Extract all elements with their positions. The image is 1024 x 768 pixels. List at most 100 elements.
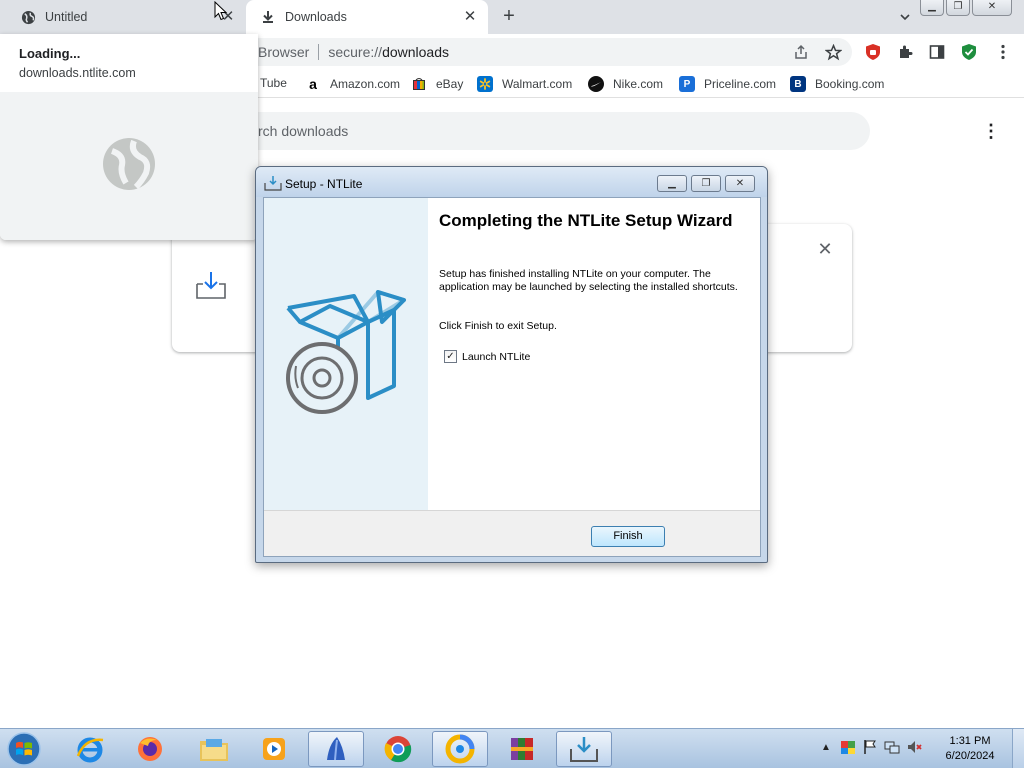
wizard-description: Setup has finished installing NTLite on … [439,268,738,293]
chrome-icon [384,736,412,763]
omnibox-url: secure://downloads [328,44,449,60]
colorful-tray-app-icon[interactable] [840,739,856,755]
bookmark-label: eBay [436,77,464,91]
blue-app-taskbar-button[interactable] [308,731,364,767]
bookmark-priceline[interactable]: P Priceline.com [679,76,776,92]
browser-menu-icon[interactable] [994,43,1012,61]
wizard-heading: Completing the NTLite Setup Wizard [439,211,733,230]
new-tab-button[interactable]: + [498,6,520,28]
chrome-taskbar-button[interactable] [370,731,426,767]
omnibox-divider [318,44,320,60]
bookmark-booking[interactable]: B Booking.com [790,76,884,92]
checkbox-label: Launch NTLite [462,350,531,363]
blue-sail-icon [327,737,345,761]
security-shield-icon[interactable] [960,43,978,61]
bookmark-label: Priceline.com [704,77,777,91]
launch-ntlite-checkbox[interactable]: ✓ Launch NTLite [444,350,530,363]
winrar-taskbar-button[interactable] [494,731,550,767]
clock-time: 1:31 PM [949,735,991,747]
dialog-titlebar[interactable]: Setup - NTLite ▁ ❐ ✕ [256,167,767,197]
restore-window-button[interactable]: ❐ [946,0,970,16]
clock-date: 6/20/2024 [945,750,995,762]
dialog-title: Setup - NTLite [285,177,363,191]
address-bar[interactable]: Browser secure://downloads [240,38,852,66]
bookmark-walmart[interactable]: Walmart.com [477,76,572,92]
close-tab-icon[interactable]: ✕ [462,9,478,25]
bookmark-label: Amazon.com [330,77,401,91]
taskbar: ▲ 1:31 PM 6/20/2024 [0,728,1024,768]
close-window-button[interactable]: ✕ [972,0,1012,16]
dialog-minimize-button[interactable]: ▁ [657,175,687,192]
tab-title: Untitled [45,10,88,24]
dialog-window-controls: ▁ ❐ ✕ [657,175,755,192]
omnibox-label: Browser [258,44,310,60]
internet-explorer-taskbar-button[interactable] [62,731,118,767]
download-file-icon[interactable] [194,270,228,302]
wizard-content: Completing the NTLite Setup Wizard Setup… [428,198,760,510]
firefox-icon [138,737,162,761]
media-player-taskbar-button[interactable] [246,731,302,767]
tab-untitled[interactable]: Untitled ✕ [0,0,246,34]
start-button[interactable] [4,731,44,767]
share-icon[interactable] [792,43,810,61]
network-icon[interactable] [884,739,900,755]
amazon-icon: a [309,76,317,92]
show-hidden-icons-icon[interactable]: ▲ [818,739,834,755]
chevron-down-icon[interactable] [896,8,914,26]
system-tray: ▲ [818,739,922,755]
search-downloads-input[interactable]: rch downloads [220,112,870,150]
minimize-window-button[interactable]: ▁ [920,0,944,16]
installer-icon [570,737,598,762]
bookmark-label: Tube [260,76,287,90]
file-explorer-taskbar-button[interactable] [186,731,242,767]
hover-card-title: Loading... [19,46,81,61]
internet-explorer-icon [76,737,104,763]
show-desktop-button[interactable] [1012,729,1024,768]
walmart-icon [477,76,493,92]
folder-icon [200,739,228,761]
puzzle-extensions-icon[interactable] [896,43,914,61]
shield-extension-icon[interactable] [864,43,882,61]
software-box-disc-icon [286,290,406,414]
bookmark-ebay[interactable]: eBay [411,76,463,92]
bookmark-youtube[interactable]: Tube [260,76,287,90]
wizard-instruction: Click Finish to exit Setup. [439,320,557,332]
tab-title: Downloads [285,10,347,24]
star-icon[interactable] [824,43,842,61]
tab-strip: Untitled ✕ Downloads ✕ + ▁ ❐ ✕ [0,0,1024,34]
mouse-cursor-icon [214,0,228,21]
bookmark-nike[interactable]: Nike.com [588,76,663,92]
bookmark-label: Walmart.com [502,77,573,91]
dialog-body: Completing the NTLite Setup Wizard Setup… [263,197,761,557]
dialog-maximize-button[interactable]: ❐ [691,175,721,192]
priceline-icon: P [679,76,695,92]
ring-app-taskbar-button[interactable] [432,731,488,767]
setup-dialog: Setup - NTLite ▁ ❐ ✕ Completing the NTLi… [255,166,768,563]
hover-card-preview [0,92,258,240]
nike-icon [588,76,604,92]
more-options-icon[interactable]: ⋮ [982,120,1000,142]
side-panel-icon[interactable] [928,43,946,61]
window-controls: ▁ ❐ ✕ [920,0,1012,16]
checkbox-box[interactable]: ✓ [444,350,457,363]
hover-card-url: downloads.ntlite.com [19,66,136,80]
finish-button[interactable]: Finish [591,526,665,547]
remove-download-button[interactable]: ✕ [816,240,834,258]
wizard-side-panel [264,198,428,510]
tab-downloads[interactable]: Downloads ✕ [246,0,488,34]
globe-icon [20,9,36,25]
windows-logo-icon [7,732,41,766]
installer-icon [264,175,282,191]
setup-installer-taskbar-button[interactable] [556,731,612,767]
bookmark-label: Booking.com [815,77,885,91]
dialog-close-button[interactable]: ✕ [725,175,755,192]
ring-app-icon [445,734,475,764]
system-clock[interactable]: 1:31 PM 6/20/2024 [938,734,1002,764]
wizard-footer: Finish [264,510,760,556]
action-center-flag-icon[interactable] [862,739,878,755]
volume-muted-icon[interactable] [906,739,922,755]
download-icon [260,9,276,25]
firefox-taskbar-button[interactable] [122,731,178,767]
bookmark-amazon[interactable]: a Amazon.com [305,76,400,92]
ebay-icon [411,76,427,92]
